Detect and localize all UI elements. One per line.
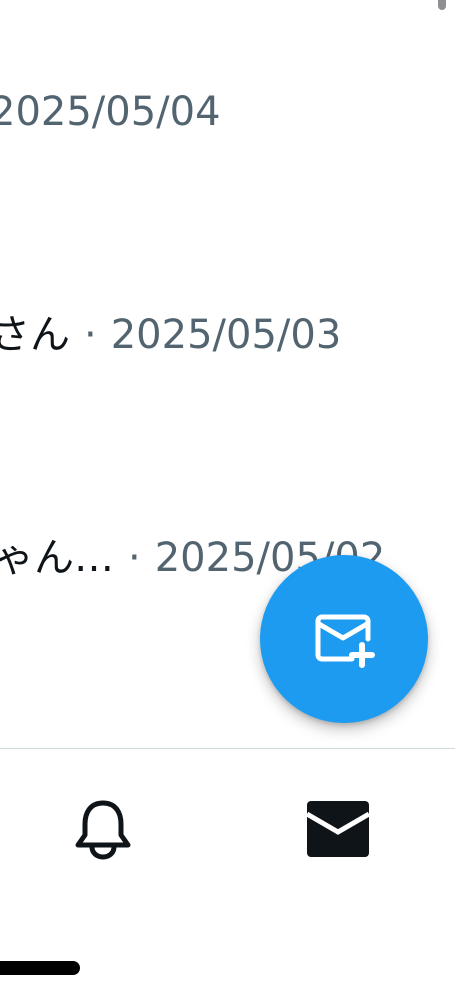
conversation-date: 2025/05/04 (0, 89, 221, 135)
scroll-indicator[interactable] (438, 0, 446, 10)
compose-message-icon (315, 614, 375, 668)
nav-messages-tab[interactable] (298, 789, 378, 869)
messages-screen: 2025/05/04 さん · 2025/05/03 ゃん… · 2025/05/02 (0, 0, 455, 999)
bell-icon (75, 800, 131, 860)
home-indicator[interactable] (0, 961, 80, 975)
bottom-navigation-bar (0, 748, 455, 999)
conversation-sender: ゃん… (0, 535, 114, 581)
conversation-row[interactable]: さん · 2025/05/03 (0, 305, 455, 365)
envelope-icon (307, 801, 369, 857)
compose-message-button[interactable] (260, 555, 428, 723)
conversation-sender: さん (0, 312, 70, 358)
conversation-row[interactable]: 2025/05/04 (0, 82, 455, 142)
nav-notifications-tab[interactable] (63, 789, 143, 869)
meta-separator: · (128, 535, 141, 581)
conversation-meta: 2025/05/04 (0, 82, 221, 142)
conversation-meta: さん · 2025/05/03 (0, 305, 341, 365)
meta-separator: · (84, 312, 97, 358)
conversation-date: 2025/05/03 (110, 312, 342, 358)
